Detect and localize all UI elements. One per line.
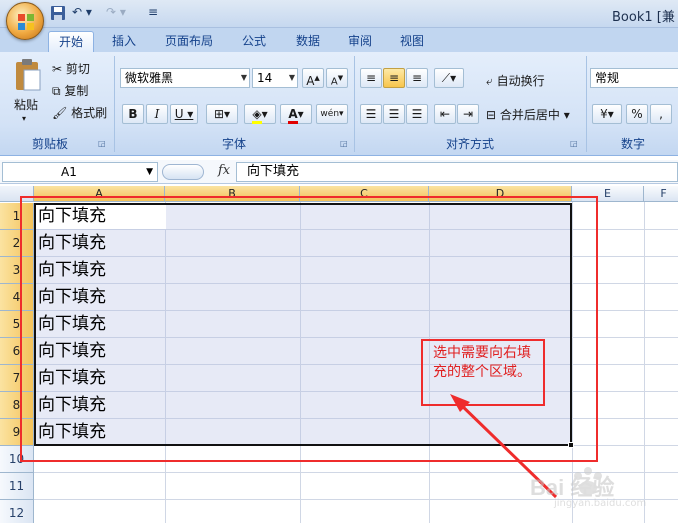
currency-icon: ¥ [600, 107, 608, 121]
font-color-icon: A [288, 107, 298, 124]
highlight-frame [20, 196, 598, 462]
align-center-button[interactable]: ☰ [383, 104, 405, 124]
font-group-label: 字体 [221, 137, 246, 151]
italic-button[interactable]: I [146, 104, 168, 124]
phonetic-label: wén [320, 109, 340, 119]
increase-indent-button[interactable]: ⇥ [457, 104, 479, 124]
column-header-f[interactable]: F [644, 186, 678, 202]
font-name-combo[interactable]: 微软雅黑 ▼ [120, 68, 250, 88]
cut-label: 剪切 [65, 62, 90, 76]
group-divider [114, 56, 115, 152]
name-box[interactable]: A1 ▼ [2, 162, 158, 182]
undo-icon[interactable]: ↶ ▾ [72, 5, 92, 23]
decrease-indent-button[interactable]: ⇤ [434, 104, 456, 124]
align-top-button[interactable]: ≡ [360, 68, 382, 88]
shrink-font-button[interactable]: A▼ [326, 68, 348, 88]
percent-button[interactable]: % [626, 104, 648, 124]
formula-bar: A1 ▼ fx 向下填充 [0, 160, 678, 184]
grow-font-button[interactable]: A▲ [302, 68, 324, 88]
number-format-value: 常规 [595, 71, 620, 85]
tab-formulas[interactable]: 公式 [234, 31, 274, 52]
insert-function-icon[interactable]: fx [218, 163, 230, 178]
paste-dropdown-icon[interactable]: ▾ [22, 114, 26, 123]
formula-input[interactable]: 向下填充 [236, 162, 678, 182]
merge-label: 合并后居中 [499, 108, 560, 122]
font-size-value: 14 [257, 71, 273, 85]
align-middle-button[interactable]: ≡ [383, 68, 405, 88]
comma-button[interactable]: , [650, 104, 672, 124]
redo-icon[interactable]: ↷ ▾ [106, 5, 126, 23]
border-icon: ⊞ [213, 107, 225, 121]
chevron-down-icon: ▼ [146, 167, 153, 177]
fill-color-button[interactable]: ◈▾ [244, 104, 276, 124]
customize-toolbar-icon[interactable]: ≡ [148, 5, 158, 23]
scissors-icon: ✂ [52, 62, 63, 76]
alignment-group-label: 对齐方式 [445, 137, 494, 151]
formula-controls: fx [162, 162, 234, 182]
align-bottom-button[interactable]: ≡ [406, 68, 428, 88]
font-color-button[interactable]: A▾ [280, 104, 312, 124]
phonetic-button[interactable]: wén▾ [316, 104, 348, 124]
merge-icon: ⊟ [486, 108, 497, 122]
number-group-label: 数字 [620, 137, 645, 151]
merge-center-button[interactable]: ⊟ 合并后居中 ▾ [486, 106, 570, 123]
group-divider [354, 56, 355, 152]
row-header-12[interactable]: 12 [0, 500, 34, 523]
format-painter-button[interactable]: 🖌 格式刷 [52, 104, 107, 121]
format-painter-label: 格式刷 [71, 106, 108, 120]
cut-button[interactable]: ✂ 剪切 [52, 60, 90, 77]
annotation-callout: 选中需要向右填充的整个区域。 [421, 339, 545, 406]
tab-review[interactable]: 审阅 [340, 31, 380, 52]
tab-data[interactable]: 数据 [288, 31, 328, 52]
tab-view[interactable]: 视图 [392, 31, 432, 52]
name-box-value: A1 [61, 165, 77, 179]
copy-label: 复制 [64, 84, 89, 98]
copy-button[interactable]: ⧉ 复制 [52, 82, 88, 99]
ribbon: 粘贴 ▾ ✂ 剪切 ⧉ 复制 🖌 格式刷 剪贴板 ◲ 微软雅黑 ▼ 14 ▼ A… [0, 52, 678, 156]
align-left-button[interactable]: ☰ [360, 104, 382, 124]
tab-insert[interactable]: 插入 [104, 31, 144, 52]
wrap-label: 自动换行 [496, 74, 545, 88]
orientation-button[interactable]: ⟋▾ [434, 68, 464, 88]
tab-home[interactable]: 开始 [48, 31, 94, 52]
row-header-11[interactable]: 11 [0, 473, 34, 500]
ribbon-tabs: 开始 插入 页面布局 公式 数据 审阅 视图 [0, 28, 678, 52]
baidu-jingyan-watermark: Bai 经验 jingyan.baidu.com [520, 462, 678, 520]
clipboard-launcher-icon[interactable]: ◲ [98, 139, 106, 148]
paste-icon[interactable] [14, 58, 42, 95]
title-bar: ↶ ▾ ↷ ▾ ≡ Book1 [兼 [0, 0, 678, 28]
underline-button[interactable]: U ▾ [170, 104, 198, 124]
paste-button[interactable]: 粘贴 [14, 96, 38, 113]
tab-page-layout[interactable]: 页面布局 [158, 31, 220, 52]
currency-button[interactable]: ¥▾ [592, 104, 622, 124]
alignment-launcher-icon[interactable]: ◲ [570, 139, 578, 148]
bold-button[interactable]: B [122, 104, 144, 124]
office-button[interactable] [6, 2, 44, 40]
brush-icon: 🖌 [52, 106, 68, 120]
wrap-icon: ⤶ [486, 74, 493, 88]
copy-icon: ⧉ [52, 84, 61, 98]
chevron-down-icon: ▼ [240, 73, 247, 82]
group-divider [586, 56, 587, 152]
paint-bucket-icon: ◈ [252, 107, 262, 124]
clipboard-group-label: 剪贴板 [31, 137, 68, 151]
number-format-combo[interactable]: 常规 [590, 68, 678, 88]
watermark-url: jingyan.baidu.com [554, 498, 647, 509]
font-launcher-icon[interactable]: ◲ [340, 139, 348, 148]
chevron-down-icon: ▼ [288, 73, 295, 82]
font-size-combo[interactable]: 14 ▼ [252, 68, 298, 88]
align-right-button[interactable]: ☰ [406, 104, 428, 124]
formula-pill[interactable] [162, 164, 204, 180]
font-name-value: 微软雅黑 [125, 71, 174, 85]
wrap-text-button[interactable]: ⤶ 自动换行 [486, 72, 545, 89]
borders-button[interactable]: ⊞▾ [206, 104, 238, 124]
save-icon[interactable] [50, 5, 66, 23]
office-logo-icon [18, 14, 34, 30]
window-title: Book1 [兼 [612, 10, 675, 25]
